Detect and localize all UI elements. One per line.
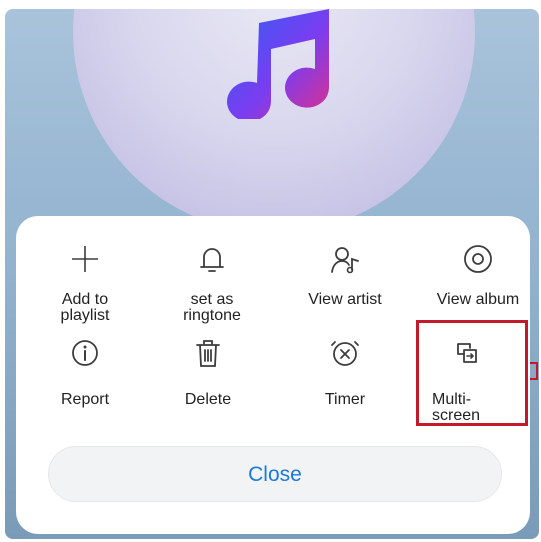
set-as-ringtone-label: set as ringtone xyxy=(183,291,241,324)
timer-button[interactable]: Timer xyxy=(285,336,405,408)
view-album-button[interactable]: View album xyxy=(418,242,538,308)
close-button[interactable]: Close xyxy=(48,446,502,502)
album-disc-icon xyxy=(464,245,492,273)
delete-label: Delete xyxy=(184,391,232,408)
add-to-playlist-label: Add to playlist xyxy=(60,291,110,324)
set-as-ringtone-button[interactable]: set as ringtone xyxy=(152,242,272,324)
plus-icon xyxy=(72,246,98,272)
highlight-marker xyxy=(530,362,538,380)
timer-icon xyxy=(331,341,359,366)
delete-button[interactable]: Delete xyxy=(148,336,268,408)
info-icon xyxy=(72,340,98,366)
timer-label: Timer xyxy=(324,391,366,408)
view-artist-label: View artist xyxy=(308,291,382,308)
music-note-icon xyxy=(227,9,330,119)
trash-icon xyxy=(196,340,220,367)
artist-icon xyxy=(331,247,359,274)
bell-icon xyxy=(200,248,224,272)
highlight-box xyxy=(416,320,528,426)
report-label: Report xyxy=(60,391,110,408)
view-album-label: View album xyxy=(436,291,520,308)
add-to-playlist-button[interactable]: Add to playlist xyxy=(25,242,145,324)
report-button[interactable]: Report xyxy=(25,336,145,408)
view-artist-button[interactable]: View artist xyxy=(285,242,405,308)
